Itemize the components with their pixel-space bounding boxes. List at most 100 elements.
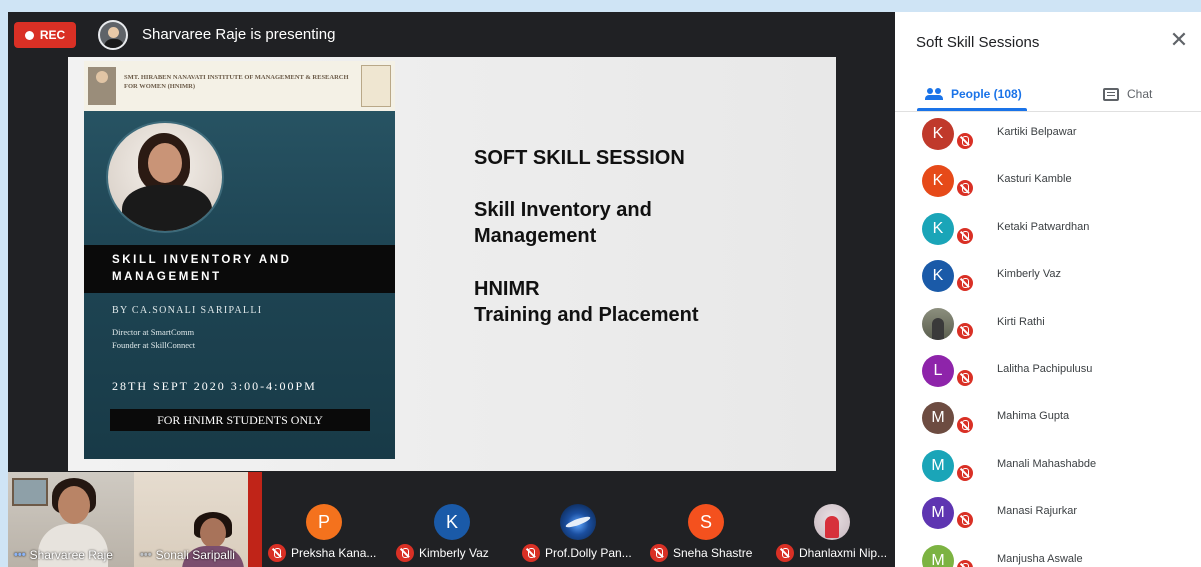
participant-name: Manasi Rajurkar xyxy=(997,505,1078,518)
mic-off-icon xyxy=(955,415,975,436)
close-icon[interactable]: ✕ xyxy=(1167,28,1191,52)
avatar: M xyxy=(922,544,954,567)
presenter-avatar xyxy=(98,20,128,50)
list-item[interactable]: Kirti Rathi xyxy=(895,302,1201,349)
list-item[interactable]: K Kasturi Kamble xyxy=(895,159,1201,206)
mic-off-icon xyxy=(522,544,540,562)
avatar: K xyxy=(922,118,954,150)
avatar: K xyxy=(922,260,954,293)
avatar: M xyxy=(922,402,954,435)
poster-audience: FOR HNIMR STUDENTS ONLY xyxy=(110,409,370,431)
institute-emblem xyxy=(361,65,391,107)
chat-icon xyxy=(1103,87,1119,101)
mic-off-icon xyxy=(396,544,414,562)
record-dot-icon xyxy=(24,30,34,40)
avatar: M xyxy=(922,449,954,482)
slide-org-line2: Training and Placement xyxy=(474,304,699,326)
people-panel: Soft Skill Sessions ✕ People (108) Chat … xyxy=(895,12,1201,567)
avatar: L xyxy=(922,354,954,387)
mic-off-icon xyxy=(650,544,668,562)
participant-name: Ketaki Patwardhan xyxy=(997,220,1090,233)
participant-avatar: K xyxy=(434,504,470,540)
slide-topic-line2: Management xyxy=(474,225,597,247)
list-item[interactable]: M Manasi Rajurkar xyxy=(895,491,1201,538)
participant-avatar: S xyxy=(688,504,724,540)
participant-avatar xyxy=(560,504,596,540)
participant-name: Preksha Kana... xyxy=(291,546,377,560)
mic-off-icon xyxy=(955,320,975,341)
slide-topic-line1: Skill Inventory and xyxy=(474,199,652,221)
speaking-indicator-icon: ••• xyxy=(14,549,26,561)
tile-name: Sharvaree Raje xyxy=(29,548,113,562)
participant-name: Manali Mahashabde xyxy=(997,457,1097,470)
list-item[interactable]: M Manjusha Aswale xyxy=(895,539,1201,567)
video-tile[interactable]: ••• Sonali Saripalli xyxy=(134,472,262,567)
mic-off-icon xyxy=(955,225,975,246)
tile-name: Sonali Saripalli xyxy=(155,548,235,562)
poster-speaker: BY CA.SONALI SARIPALLI xyxy=(112,305,263,316)
mic-off-icon xyxy=(955,510,975,531)
presenting-status: Sharvaree Raje is presenting xyxy=(142,26,336,43)
institute-logo xyxy=(88,67,116,105)
participant-tile[interactable]: K Kimberly Vaz xyxy=(390,472,515,567)
participant-tile[interactable]: Prof.Dolly Pan... xyxy=(516,472,641,567)
participant-name: Kasturi Kamble xyxy=(997,173,1072,186)
mic-off-icon xyxy=(955,178,975,199)
mic-off-icon xyxy=(955,557,975,567)
mic-off-icon xyxy=(955,462,975,483)
participant-name: Prof.Dolly Pan... xyxy=(545,546,632,560)
shared-screen-slide: SMT. HIRABEN NANAVATI INSTITUTE OF MANAG… xyxy=(68,57,836,471)
participant-name: Sneha Shastre xyxy=(673,546,753,560)
poster-role-1: Director at SmartComm xyxy=(112,327,195,337)
speaker-photo xyxy=(106,121,224,233)
avatar: K xyxy=(922,165,954,198)
mic-off-icon xyxy=(955,367,975,388)
window-top-strip xyxy=(0,0,1201,12)
participant-avatar xyxy=(814,504,850,540)
video-tile[interactable]: ••• Sharvaree Raje xyxy=(8,472,134,567)
participant-name: Dhanlaxmi Nip... xyxy=(799,546,888,560)
recording-label: REC xyxy=(39,28,66,42)
list-item[interactable]: K Kimberly Vaz xyxy=(895,254,1201,301)
slide-org-line1: HNIMR xyxy=(474,278,540,300)
participant-avatar: P xyxy=(306,504,342,540)
poster-title-banner: SKILL INVENTORY AND MANAGEMENT xyxy=(84,245,395,293)
poster-title-line2: MANAGEMENT xyxy=(112,271,222,283)
poster-title-line1: SKILL INVENTORY AND xyxy=(112,254,292,266)
mic-off-icon xyxy=(776,544,794,562)
avatar xyxy=(922,307,954,340)
event-poster: SMT. HIRABEN NANAVATI INSTITUTE OF MANAG… xyxy=(84,61,395,459)
participant-name: Lalitha Pachipulusu xyxy=(997,362,1093,375)
people-list: K Kartiki Belpawar K Kasturi Kamble K Ketaki … xyxy=(895,112,1201,567)
participant-name: Kartiki Belpawar xyxy=(997,126,1077,138)
list-item[interactable]: K Ketaki Patwardhan xyxy=(895,207,1201,254)
participant-tile[interactable]: S Sneha Shastre xyxy=(644,472,769,567)
audio-indicator-icon: ••• xyxy=(140,549,152,561)
poster-date: 28TH SEPT 2020 3:00-4:00PM xyxy=(112,379,317,393)
recording-badge: REC xyxy=(14,22,76,48)
mic-off-icon xyxy=(268,544,286,562)
list-item[interactable]: M Manali Mahashabde xyxy=(895,444,1201,491)
avatar: K xyxy=(922,212,954,245)
mic-off-icon xyxy=(955,131,975,151)
window-left-strip xyxy=(0,0,8,567)
participant-name: Kimberly Vaz xyxy=(419,546,489,560)
list-item[interactable]: K Kartiki Belpawar xyxy=(895,112,1201,159)
panel-title: Soft Skill Sessions xyxy=(916,34,1040,51)
mic-off-icon xyxy=(955,273,975,294)
participant-tile[interactable]: Dhanlaxmi Nip... xyxy=(770,472,895,567)
participant-name: Mahima Gupta xyxy=(997,410,1070,423)
list-item[interactable]: L Lalitha Pachipulusu xyxy=(895,349,1201,396)
participant-tiles: ••• Sharvaree Raje ••• Sonali Saripalli … xyxy=(8,472,895,567)
participant-name: Manjusha Aswale xyxy=(997,552,1083,565)
tab-people-label: People (108) xyxy=(951,87,1022,101)
participant-name: Kimberly Vaz xyxy=(997,268,1061,281)
tab-people[interactable]: People (108) xyxy=(925,78,1022,110)
participant-tile[interactable]: P Preksha Kana... xyxy=(262,472,387,567)
people-icon xyxy=(925,88,943,100)
list-item[interactable]: M Mahima Gupta xyxy=(895,396,1201,443)
poster-role-2: Founder at SkillConnect xyxy=(112,340,196,350)
tab-chat[interactable]: Chat xyxy=(1103,78,1152,110)
tab-chat-label: Chat xyxy=(1127,87,1153,101)
participant-name: Kirti Rathi xyxy=(997,315,1045,328)
